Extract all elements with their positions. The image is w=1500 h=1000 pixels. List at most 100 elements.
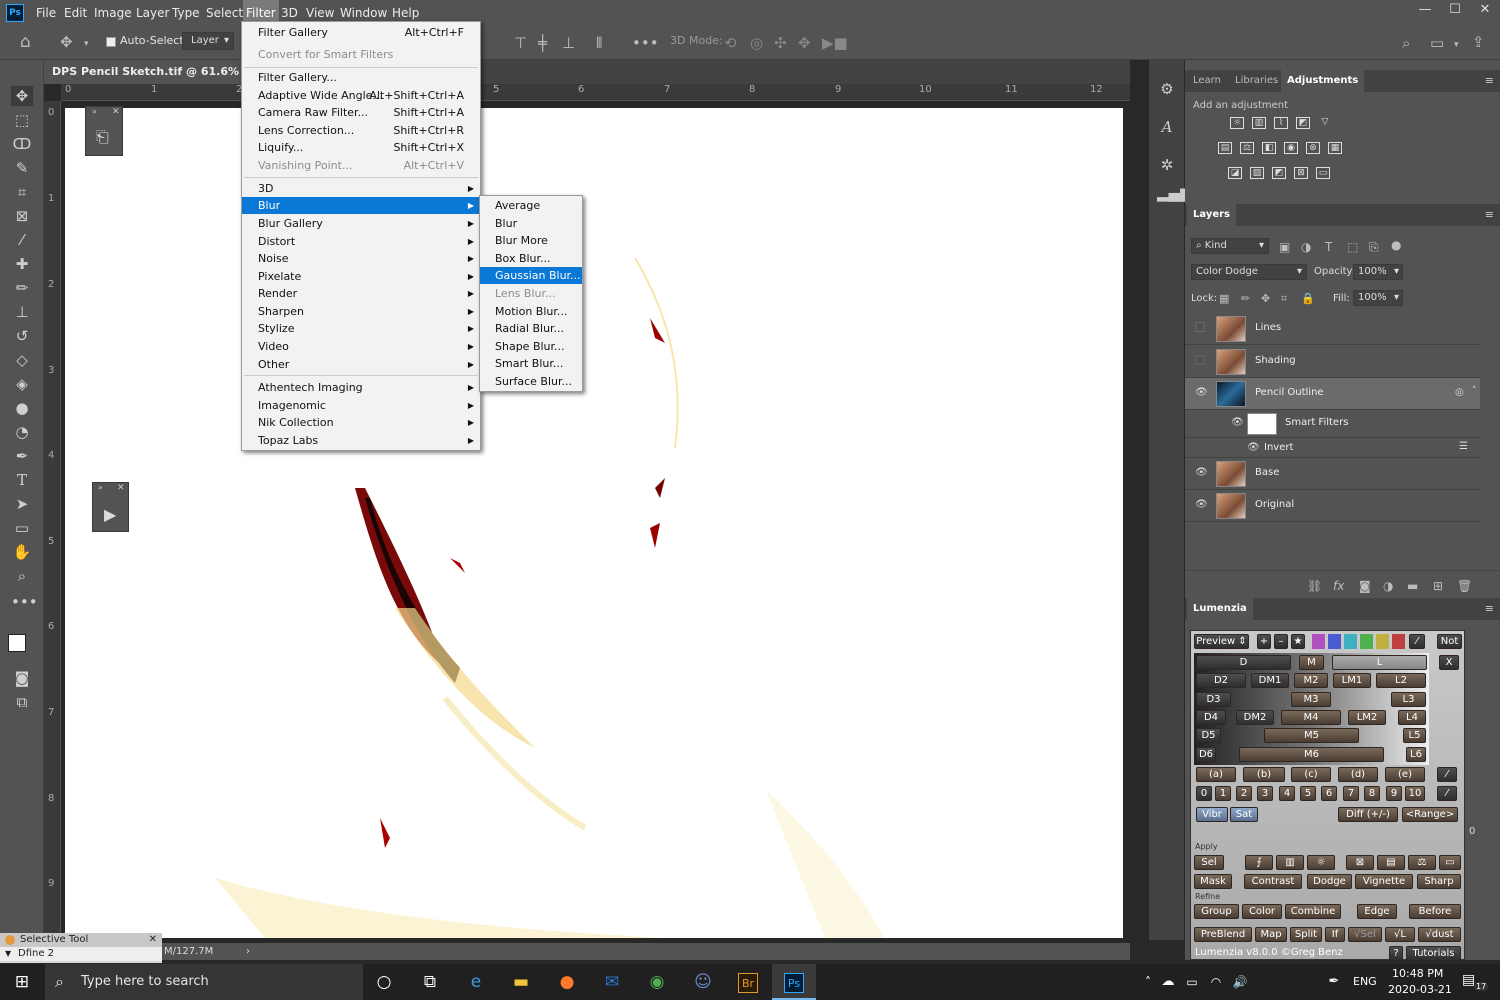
crop-tool-icon[interactable]: ⌗ <box>11 182 33 202</box>
group-button[interactable]: Group <box>1194 904 1239 919</box>
x-button[interactable]: X <box>1439 655 1459 670</box>
level-4-button[interactable]: 4 <box>1279 786 1295 801</box>
histogram-icon[interactable]: ▂▄▆ <box>1157 184 1177 202</box>
dodge-tool-icon[interactable]: ◔ <box>11 422 33 442</box>
layer-row[interactable]: 👁 Original <box>1185 490 1480 522</box>
tab-learn[interactable]: Learn <box>1187 70 1227 92</box>
zone-b-button[interactable]: (b) <box>1243 767 1285 782</box>
eye-icon[interactable]: 👁 <box>1195 499 1207 511</box>
menu-image[interactable]: Image <box>94 0 132 26</box>
lumenzia-btn-m3[interactable]: M3 <box>1291 692 1331 707</box>
color-swatch-red[interactable] <box>1392 634 1405 649</box>
color-swatch-yellow[interactable] <box>1376 634 1389 649</box>
diff-button[interactable]: Diff (+/-) <box>1338 807 1398 822</box>
panel-menu-icon[interactable]: ≡ <box>1485 602 1494 615</box>
lumenzia-btn-d6[interactable]: D6 <box>1196 747 1216 762</box>
menu-item-blur-gallery[interactable]: Blur Gallery▶ <box>242 215 480 232</box>
firefox-icon[interactable]: ● <box>545 964 589 1000</box>
menu-item-imagenomic[interactable]: Imagenomic▶ <box>242 397 480 414</box>
hue-sat-apply-icon[interactable]: ▤ <box>1377 855 1405 870</box>
check-l-button[interactable]: √L <box>1385 927 1415 942</box>
brightness-apply-icon[interactable]: ☼ <box>1307 855 1335 870</box>
windows-start-icon[interactable]: ⊞ <box>0 964 44 1000</box>
move-tool-icon[interactable]: ✥ <box>60 33 73 51</box>
level-5-button[interactable]: 5 <box>1300 786 1316 801</box>
menu-item-blur-simple[interactable]: Blur <box>480 215 582 232</box>
eyedropper-icon[interactable]: ⁄ <box>1437 767 1457 782</box>
menu-type[interactable]: Type <box>172 0 200 26</box>
workspace-icon[interactable]: ▭ <box>1430 34 1444 52</box>
tab-layers[interactable]: Layers <box>1187 204 1236 226</box>
menu-item-pixelate[interactable]: Pixelate▶ <box>242 268 480 285</box>
frame-tool-icon[interactable]: ⊠ <box>11 206 33 226</box>
clock-time[interactable]: 10:48 PM <box>1392 967 1443 980</box>
3d-scale-icon[interactable]: ▶■ <box>822 34 848 52</box>
menu-item-gaussian-blur[interactable]: Gaussian Blur... <box>480 267 582 284</box>
language-indicator[interactable]: ENG <box>1353 975 1377 988</box>
invert-icon[interactable]: ◪ <box>1228 167 1242 179</box>
paint-bucket-icon[interactable]: ◈ <box>11 374 33 394</box>
menu-item-other[interactable]: Other▶ <box>242 356 480 373</box>
clock-date[interactable]: 2020-03-21 <box>1388 983 1452 996</box>
lumenzia-btn-lm2[interactable]: LM2 <box>1348 710 1386 725</box>
discord-icon[interactable]: ☺ <box>681 964 725 1000</box>
align-top-icon[interactable]: ⊤ <box>514 34 527 52</box>
zoom-tool-icon[interactable]: ⌕ <box>11 566 33 586</box>
chrome-icon[interactable]: ◉ <box>635 964 679 1000</box>
search-icon[interactable]: ⌕ <box>1402 34 1410 52</box>
menu-layer[interactable]: Layer <box>136 0 169 26</box>
vignette-button[interactable]: Vignette <box>1355 874 1413 889</box>
channel-mixer-icon[interactable]: ⊛ <box>1306 142 1320 154</box>
range-button[interactable]: <Range> <box>1402 807 1458 822</box>
color-swatch-green[interactable] <box>1360 634 1373 649</box>
lock-artboard-icon[interactable]: ⌗ <box>1281 290 1287 308</box>
invert-filter-row[interactable]: 👁 Invert ☰ <box>1185 438 1480 458</box>
exposure-icon[interactable]: ◩ <box>1296 117 1310 129</box>
posterize-icon[interactable]: ▧ <box>1250 167 1264 179</box>
levels-apply-icon[interactable]: ▥ <box>1276 855 1304 870</box>
menu-item-filter-gallery[interactable]: Filter Gallery... <box>242 69 480 86</box>
brush-tool-icon[interactable]: ✏ <box>11 278 33 298</box>
lumenzia-btn-l4[interactable]: L4 <box>1398 710 1426 725</box>
rectangle-tool-icon[interactable]: ▭ <box>11 518 33 538</box>
3d-orbit-icon[interactable]: ⟲ <box>724 34 737 52</box>
path-select-icon[interactable]: ➤ <box>11 494 33 514</box>
level-7-button[interactable]: 7 <box>1343 786 1359 801</box>
menu-item-filter-gallery-last[interactable]: Filter GalleryAlt+Ctrl+F <box>242 24 480 41</box>
fx-icon[interactable]: fx <box>1333 577 1344 595</box>
layer-kind-filter[interactable]: ⌕ Kind▾ <box>1191 238 1269 254</box>
document-tab[interactable]: DPS Pencil Sketch.tif @ 61.6% (Pencil Ou <box>44 60 244 84</box>
menu-item-sharpen[interactable]: Sharpen▶ <box>242 303 480 320</box>
eye-icon[interactable]: 👁 <box>1247 442 1259 454</box>
tutorials-button[interactable]: Tutorials <box>1406 946 1461 961</box>
menu-item-smart-blur[interactable]: Smart Blur... <box>480 355 582 372</box>
collapse-icon[interactable]: » <box>98 483 103 492</box>
lumenzia-btn-d4[interactable]: D4 <box>1196 710 1226 725</box>
add-mask-icon[interactable]: ◙ <box>1359 577 1371 595</box>
filter-pixel-icon[interactable]: ▣ <box>1279 238 1290 256</box>
chevron-right-icon[interactable]: › <box>246 943 250 960</box>
before-button[interactable]: Before <box>1409 904 1461 919</box>
menu-item-distort[interactable]: Distort▶ <box>242 233 480 250</box>
menu-item-athentech[interactable]: Athentech Imaging▶ <box>242 379 480 396</box>
brightness-icon[interactable]: ☼ <box>1230 117 1244 129</box>
level-9-button[interactable]: 9 <box>1386 786 1402 801</box>
level-2-button[interactable]: 2 <box>1236 786 1252 801</box>
vibrance-icon[interactable]: ▽ <box>1318 117 1332 129</box>
level-0-button[interactable]: 0 <box>1196 786 1212 801</box>
screen-mode-icon[interactable]: ⧉ <box>11 692 33 712</box>
auto-select-dropdown[interactable]: Layer▾ <box>182 32 234 50</box>
plus-button[interactable]: + <box>1257 634 1271 649</box>
menu-item-stylize[interactable]: Stylize▶ <box>242 320 480 337</box>
lock-pixels-icon[interactable]: ✏ <box>1241 290 1250 308</box>
maximize-icon[interactable]: ☐ <box>1440 0 1470 22</box>
align-middle-icon[interactable]: ╪ <box>538 34 547 52</box>
layer-row-selected[interactable]: 👁 Pencil Outline ◎ ˄ <box>1185 378 1480 410</box>
quick-select-tool-icon[interactable]: ✎ <box>11 158 33 178</box>
character-icon[interactable]: A <box>1157 118 1177 136</box>
panel-menu-icon[interactable]: ≡ <box>1485 74 1494 87</box>
zone-d-button[interactable]: (d) <box>1338 767 1378 782</box>
blend-mode-dropdown[interactable]: Color Dodge▾ <box>1191 264 1307 280</box>
history-icon[interactable]: ⎗ <box>96 127 109 147</box>
lumenzia-btn-m2[interactable]: M2 <box>1294 673 1328 688</box>
